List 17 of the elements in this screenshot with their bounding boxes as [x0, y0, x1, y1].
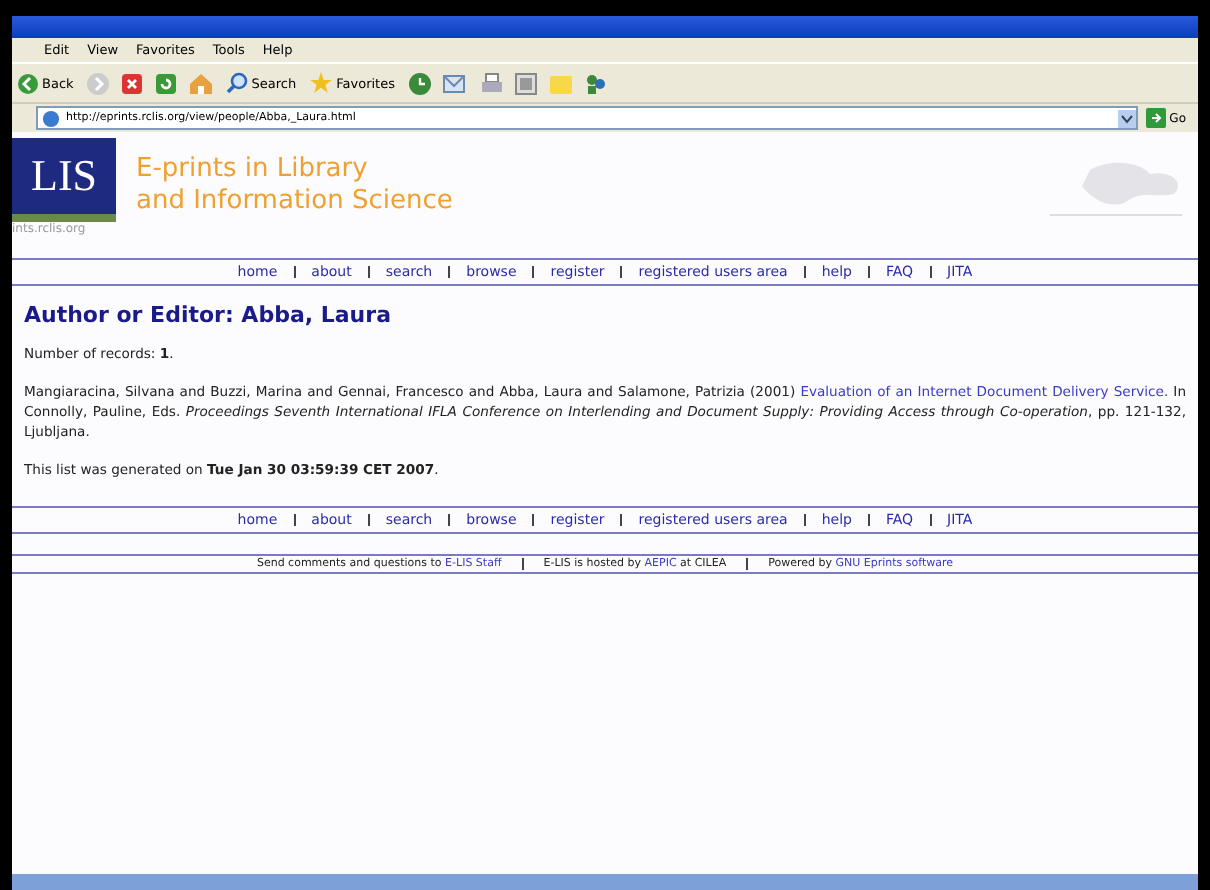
- go-arrow-icon: [1145, 108, 1166, 128]
- refresh-icon[interactable]: [153, 71, 178, 95]
- messenger-icon[interactable]: [583, 71, 607, 95]
- page-heading: Author or Editor: Abba, Laura: [24, 302, 393, 328]
- dropdown-icon: [1117, 109, 1136, 127]
- logo[interactable]: LIS: [12, 138, 116, 222]
- page-icon: [42, 109, 60, 127]
- site-title: E-prints in Library: [136, 154, 370, 186]
- site-title: and Information Science: [136, 186, 455, 218]
- mail-icon[interactable]: [441, 71, 469, 95]
- search-icon: [225, 72, 248, 94]
- history-icon[interactable]: [407, 71, 431, 95]
- printer-icon[interactable]: [479, 71, 503, 95]
- star-icon: [310, 72, 333, 94]
- home-icon[interactable]: [187, 71, 214, 95]
- back-arrow-icon: [18, 73, 38, 93]
- stop-icon[interactable]: [119, 71, 144, 95]
